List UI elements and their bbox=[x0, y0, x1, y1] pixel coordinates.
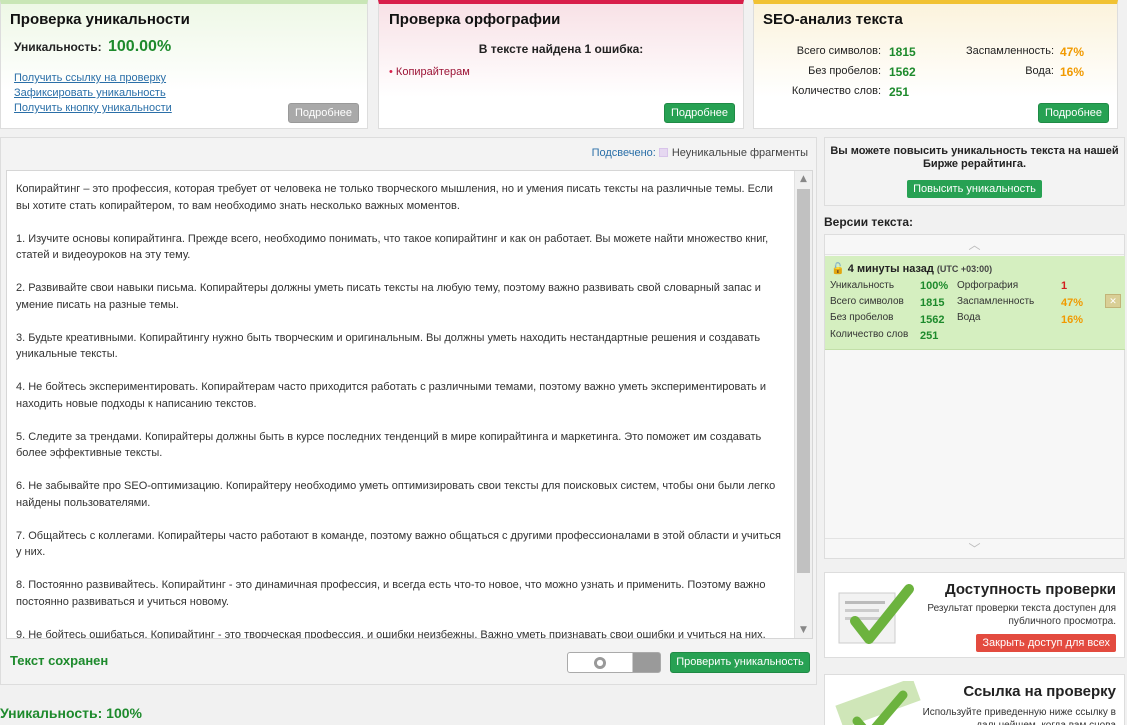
version-uniq-value: 100% bbox=[920, 280, 949, 292]
fix-uniqueness-link[interactable]: Зафиксировать уникальность bbox=[14, 86, 172, 101]
get-link-link[interactable]: Получить ссылку на проверку bbox=[14, 71, 172, 86]
text-paragraph: Копирайтинг – это профессия, которая тре… bbox=[16, 183, 773, 212]
spelling-error-item[interactable]: Копирайтерам bbox=[389, 66, 470, 78]
version-uniq-label: Уникальность bbox=[830, 280, 895, 291]
seo-spam-label: Заспамленность: bbox=[965, 45, 1054, 57]
access-box: Доступность проверки Результат проверки … bbox=[824, 572, 1125, 658]
spelling-more-button[interactable]: Подробнее bbox=[663, 103, 735, 123]
text-paragraph: 9. Не бойтесь ошибаться. Копирайтинг - э… bbox=[16, 628, 766, 639]
highlight-swatch bbox=[658, 148, 668, 157]
seo-water-value: 16% bbox=[1060, 65, 1085, 79]
text-paragraph: 7. Общайтесь с коллегами. Копирайтеры ча… bbox=[16, 529, 782, 559]
seo-panel-title: SEO-анализ текста bbox=[763, 11, 903, 28]
version-time: 4 минуты назад bbox=[847, 263, 934, 275]
lock-icon: 🔓 bbox=[831, 263, 845, 275]
get-button-link[interactable]: Получить кнопку уникальности bbox=[14, 101, 172, 116]
versions-list: ︿ 🔓 4 минуты назад (UTC +03:00) Уникально… bbox=[824, 234, 1125, 559]
seo-no-spaces-label: Без пробелов: bbox=[808, 65, 881, 77]
seo-water-label: Вода: bbox=[1025, 65, 1054, 77]
spelling-panel-title: Проверка орфографии bbox=[389, 11, 561, 28]
spelling-summary: В тексте найдена 1 ошибка: bbox=[478, 42, 644, 56]
editor-area: Подсвечено: Неуникальные фрагменты Копира… bbox=[0, 137, 817, 685]
version-spam-label: Заспамленность bbox=[957, 296, 1035, 307]
link-check-icon bbox=[835, 681, 921, 725]
document-check-icon bbox=[838, 584, 914, 644]
saved-status: Текст сохранен bbox=[10, 653, 109, 668]
scroll-down-icon[interactable]: ▼ bbox=[795, 622, 812, 638]
version-words-label: Количество слов bbox=[830, 329, 909, 340]
check-uniqueness-button[interactable]: Проверить уникальность bbox=[670, 652, 810, 673]
promo-text: Вы можете повысить уникальность текста н… bbox=[830, 145, 1119, 170]
uniqueness-label: Уникальность: bbox=[14, 40, 102, 54]
text-paragraph: 8. Постоянно развивайтесь. Копирайтинг -… bbox=[16, 579, 766, 608]
version-spam-value: 47% bbox=[1061, 297, 1084, 309]
seo-words-label: Количество слов: bbox=[791, 85, 881, 97]
highlight-legend-label: Подсвечено: bbox=[591, 147, 656, 159]
increase-uniqueness-button[interactable]: Повысить уникальность bbox=[907, 180, 1042, 198]
chevron-up-icon[interactable]: ︿ bbox=[825, 235, 1124, 255]
check-link-title: Ссылка на проверку bbox=[963, 683, 1116, 700]
uniqueness-line: Уникальность: 100.00% bbox=[14, 38, 171, 56]
spelling-panel: Проверка орфографии В тексте найдена 1 о… bbox=[378, 0, 744, 129]
editor-text[interactable]: Копирайтинг – это профессия, которая тре… bbox=[16, 181, 786, 639]
version-water-value: 16% bbox=[1061, 314, 1084, 326]
version-chars-label: Всего символов bbox=[830, 296, 904, 307]
text-paragraph: 4. Не бойтесь экспериментировать. Копира… bbox=[16, 381, 767, 410]
access-title: Доступность проверки bbox=[944, 581, 1116, 598]
check-link-description: Используйте приведенную ниже ссылку в да… bbox=[922, 707, 1116, 725]
check-link-box: Ссылка на проверку Используйте приведенн… bbox=[824, 674, 1125, 725]
seo-panel: SEO-анализ текста Всего символов: 1815 З… bbox=[753, 0, 1118, 129]
uniqueness-links: Получить ссылку на проверку Зафиксироват… bbox=[14, 71, 172, 116]
scroll-up-icon[interactable]: ▲ bbox=[795, 171, 812, 187]
version-words-value: 251 bbox=[920, 330, 939, 342]
scroll-thumb[interactable] bbox=[797, 189, 810, 573]
text-editor[interactable]: Копирайтинг – это профессия, которая тре… bbox=[6, 170, 813, 639]
rewrite-promo: Вы можете повысить уникальность текста н… bbox=[824, 137, 1125, 206]
version-delete-icon[interactable]: ✕ bbox=[1105, 294, 1121, 308]
highlight-legend: Подсвечено: Неуникальные фрагменты bbox=[592, 147, 808, 159]
bottom-uniqueness: Уникальность: 100% bbox=[0, 705, 142, 721]
access-description: Результат проверки текста доступен для п… bbox=[927, 603, 1116, 627]
chevron-down-icon[interactable]: ﹀ bbox=[825, 538, 1124, 558]
close-access-button[interactable]: Закрыть доступ для всех bbox=[976, 634, 1116, 652]
seo-spam-value: 47% bbox=[1060, 45, 1085, 59]
text-paragraph: 2. Развивайте свои навыки письма. Копира… bbox=[16, 282, 761, 311]
version-spell-label: Орфография bbox=[957, 280, 1019, 291]
text-paragraph: 6. Не забывайте про SEO-оптимизацию. Коп… bbox=[16, 480, 776, 509]
uniqueness-more-button[interactable]: Подробнее bbox=[287, 103, 359, 123]
highlight-legend-text: Неуникальные фрагменты bbox=[671, 147, 808, 159]
text-paragraph: 5. Следите за трендами. Копирайтеры долж… bbox=[16, 430, 762, 460]
version-utc: (UTC +03:00) bbox=[936, 264, 993, 274]
seo-more-button[interactable]: Подробнее bbox=[1037, 103, 1109, 123]
text-paragraph: 3. Будьте креативными. Копирайтингу нужн… bbox=[16, 331, 761, 361]
seo-words-value: 251 bbox=[889, 85, 910, 99]
uniqueness-panel-title: Проверка уникальности bbox=[10, 11, 190, 28]
version-water-label: Вода bbox=[957, 312, 981, 323]
seo-total-chars-label: Всего символов: bbox=[796, 45, 881, 57]
text-paragraph: 1. Изучите основы копирайтинга. Прежде в… bbox=[16, 232, 769, 262]
version-header: 🔓 4 минуты назад (UTC +03:00) bbox=[831, 262, 992, 275]
uniqueness-value: 100.00% bbox=[108, 38, 172, 55]
version-chars-value: 1815 bbox=[920, 297, 945, 309]
toggle-knob-icon[interactable]: ● bbox=[594, 657, 606, 669]
version-nospace-label: Без пробелов bbox=[830, 312, 894, 323]
mode-toggle[interactable]: ● bbox=[567, 652, 661, 673]
version-card[interactable]: 🔓 4 минуты назад (UTC +03:00) Уникальност… bbox=[825, 256, 1125, 350]
version-nospace-value: 1562 bbox=[920, 314, 945, 326]
editor-scrollbar[interactable]: ▲ ▼ bbox=[794, 171, 812, 638]
version-spell-value: 1 bbox=[1061, 280, 1068, 292]
versions-title: Версии текста: bbox=[824, 215, 914, 229]
seo-total-chars-value: 1815 bbox=[889, 45, 916, 59]
seo-no-spaces-value: 1562 bbox=[889, 65, 916, 79]
uniqueness-panel: Проверка уникальности Уникальность: 100.… bbox=[0, 0, 368, 129]
